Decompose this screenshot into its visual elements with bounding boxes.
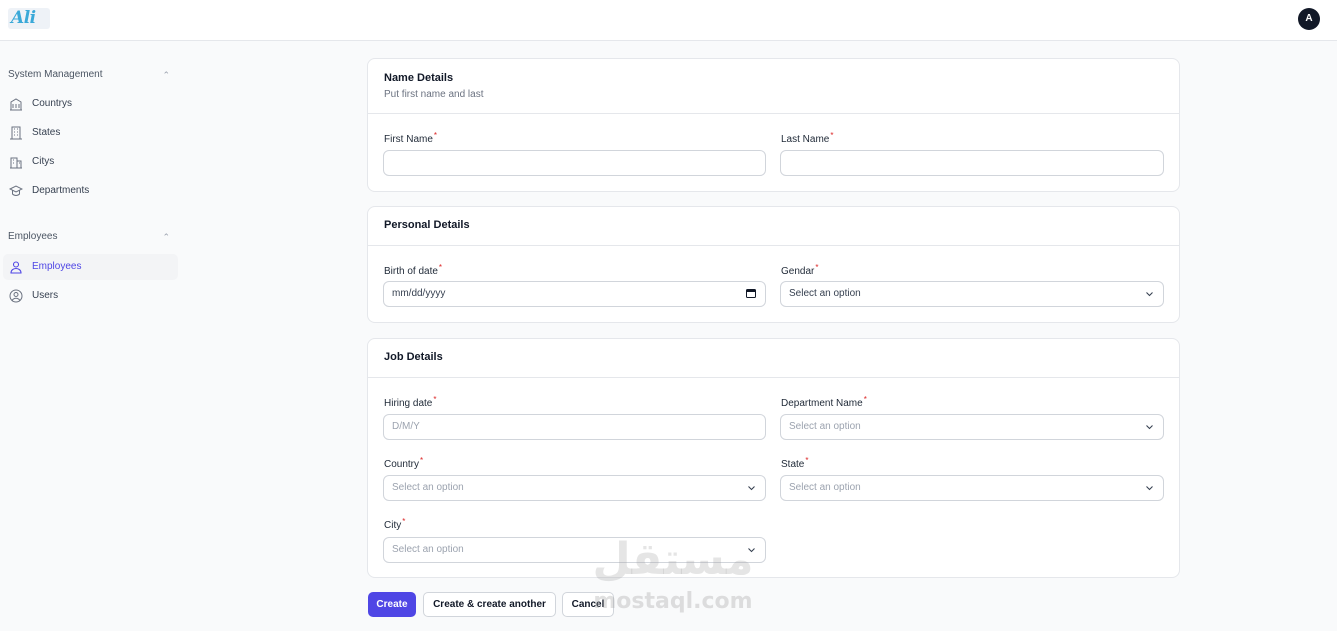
sidebar-item-employees[interactable]: Employees (3, 254, 178, 280)
city-icon (10, 157, 22, 169)
chevron-down-icon (1146, 425, 1153, 430)
sidebar-group-employees[interactable]: Employees ⌃ (8, 229, 172, 245)
office-building-icon (10, 126, 22, 140)
select-placeholder: Select an option (392, 544, 464, 555)
card-title: Personal Details (384, 219, 470, 231)
first-name-label: First Name* (384, 131, 438, 145)
user-icon (10, 261, 22, 274)
sidebar-item-label: States (32, 127, 61, 138)
top-bar: Ali A (0, 0, 1337, 41)
date-placeholder: mm/dd/yyyy (392, 288, 446, 299)
app-logo[interactable]: Ali (8, 8, 50, 29)
sidebar-item-departments[interactable]: Departments (3, 178, 178, 204)
sidebar-item-citys[interactable]: Citys (3, 149, 178, 175)
select-placeholder: Select an option (789, 288, 861, 299)
sidebar-item-label: Citys (32, 156, 55, 167)
sidebar-group-label: Employees (8, 231, 58, 242)
sidebar-item-label: Countrys (32, 98, 73, 109)
sidebar-item-label: Departments (32, 185, 90, 196)
date-placeholder: D/M/Y (392, 421, 420, 432)
state-label: State* (781, 456, 809, 470)
user-avatar[interactable]: A (1298, 8, 1320, 30)
city-label: City* (384, 517, 406, 531)
create-button[interactable]: Create (368, 592, 416, 617)
card-header: Personal Details (368, 207, 1179, 246)
sidebar: System Management ⌃ Countrys States City… (0, 41, 185, 631)
chevron-down-icon (1146, 292, 1153, 297)
card-header: Job Details (368, 339, 1179, 378)
department-select[interactable]: Select an option (780, 414, 1164, 440)
sidebar-item-countrys[interactable]: Countrys (3, 91, 178, 117)
gender-select[interactable]: Select an option (780, 281, 1164, 307)
sidebar-group-system-management[interactable]: System Management ⌃ (8, 67, 172, 83)
gender-label: Gendar* (781, 263, 819, 277)
chevron-up-icon[interactable]: ⌃ (162, 67, 170, 83)
select-placeholder: Select an option (392, 482, 464, 493)
academic-cap-icon (9, 185, 23, 197)
cancel-button[interactable]: Cancel (562, 592, 614, 617)
birth-date-label: Birth of date* (384, 263, 443, 277)
user-circle-icon (9, 289, 23, 303)
card-title: Job Details (384, 351, 443, 363)
card-header: Name Details Put first name and last (368, 59, 1179, 114)
hiring-date-label: Hiring date* (384, 395, 437, 409)
job-details-card: Job Details Hiring date* D/M/Y Departmen… (367, 338, 1180, 578)
calendar-icon[interactable] (746, 288, 756, 298)
sidebar-item-states[interactable]: States (3, 120, 178, 146)
building-icon (10, 98, 22, 111)
card-title: Name Details (384, 72, 454, 84)
sidebar-item-users[interactable]: Users (3, 283, 178, 309)
sidebar-item-label: Users (32, 290, 59, 301)
create-and-create-another-button[interactable]: Create & create another (423, 592, 556, 617)
sidebar-group-label: System Management (8, 69, 103, 80)
country-label: Country* (384, 456, 424, 470)
birth-date-input[interactable]: mm/dd/yyyy (383, 281, 766, 307)
select-placeholder: Select an option (789, 482, 861, 493)
chevron-up-icon[interactable]: ⌃ (162, 229, 170, 245)
city-select[interactable]: Select an option (383, 537, 766, 563)
chevron-down-icon (748, 548, 755, 553)
name-details-card: Name Details Put first name and last Fir… (367, 58, 1180, 192)
first-name-input[interactable] (383, 150, 766, 176)
select-placeholder: Select an option (789, 421, 861, 432)
last-name-label: Last Name* (781, 131, 834, 145)
last-name-input[interactable] (780, 150, 1164, 176)
sidebar-item-label: Employees (32, 261, 82, 272)
department-label: Department Name* (781, 395, 867, 409)
country-select[interactable]: Select an option (383, 475, 766, 501)
logo-text: Ali (11, 8, 36, 28)
card-subtitle: Put first name and last (384, 89, 484, 100)
hiring-date-input[interactable]: D/M/Y (383, 414, 766, 440)
chevron-down-icon (748, 486, 755, 491)
state-select[interactable]: Select an option (780, 475, 1164, 501)
chevron-down-icon (1146, 486, 1153, 491)
personal-details-card: Personal Details Birth of date* mm/dd/yy… (367, 206, 1180, 323)
